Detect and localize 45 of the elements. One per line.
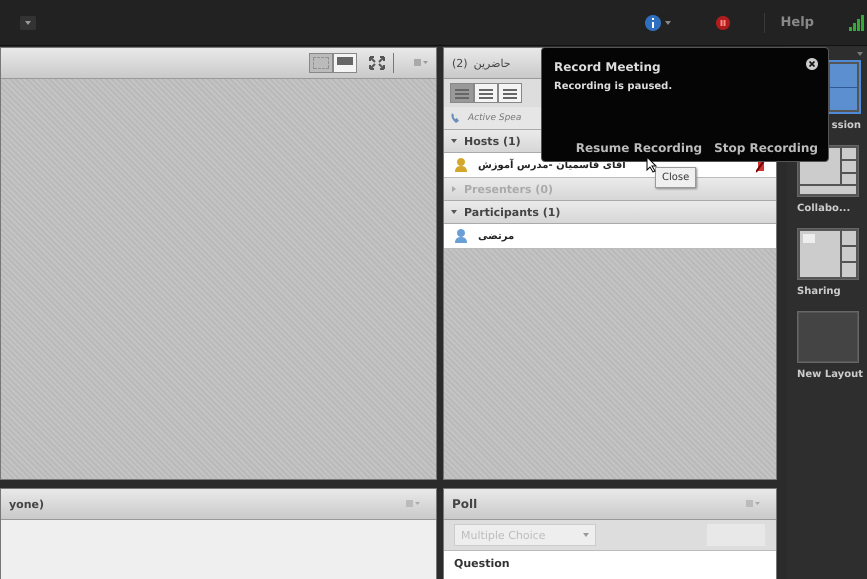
list-icon (503, 87, 517, 99)
view-toggle-button[interactable] (450, 83, 474, 103)
layout-icon (313, 57, 329, 69)
list-icon (479, 87, 493, 99)
caret-icon (583, 533, 589, 537)
layout-label: ssion (832, 120, 861, 131)
menu-dropdown-button[interactable] (20, 16, 36, 30)
layout-label: Collabo... (797, 203, 850, 214)
layout-thumbnail[interactable] (797, 228, 859, 280)
close-icon[interactable] (806, 58, 818, 70)
collapsed-triangle-icon (450, 185, 458, 193)
popup-action-button[interactable]: Stop Recording (714, 141, 818, 155)
attendee-icon (454, 157, 468, 173)
pause-icon[interactable] (716, 16, 730, 30)
collapse-icon[interactable] (857, 52, 863, 56)
attendee-icon (454, 228, 468, 244)
list-icon (455, 87, 469, 99)
active-speakers-label: Active Spea (468, 113, 522, 123)
attendee-name: مرتضی (478, 230, 514, 242)
popup-title: Record Meeting (554, 60, 661, 74)
signal-icon (849, 14, 865, 30)
caret-icon (25, 20, 31, 24)
layout-thumbnail[interactable] (797, 311, 859, 363)
popup-message: Recording is paused. (554, 81, 674, 92)
view-toggle-button[interactable] (333, 53, 357, 73)
caret-icon (664, 20, 671, 24)
view-toggle-button[interactable] (498, 83, 522, 103)
phone-icon (450, 112, 462, 124)
pod-title: yone) (9, 498, 44, 510)
attendee-count: (2) (452, 56, 468, 70)
help-menu[interactable]: Help (780, 15, 814, 30)
tooltip: Close (655, 167, 696, 188)
view-toggle-button[interactable] (474, 83, 498, 103)
attendee-group-header[interactable]: Participants (1) (444, 201, 776, 224)
pod-title: Poll (452, 497, 478, 511)
layout-label: Sharing (797, 286, 841, 297)
fullscreen-icon[interactable] (369, 56, 385, 70)
expanded-triangle-icon (450, 137, 458, 145)
pod-title: حاضرين (474, 56, 511, 70)
view-toggle-button[interactable] (309, 53, 333, 73)
info-dropdown-button[interactable] (644, 14, 671, 30)
question-label: Question (454, 557, 510, 570)
expanded-triangle-icon (450, 208, 458, 216)
popup-action-button[interactable]: Resume Recording (576, 141, 702, 155)
layout-label: New Layout (797, 369, 863, 380)
